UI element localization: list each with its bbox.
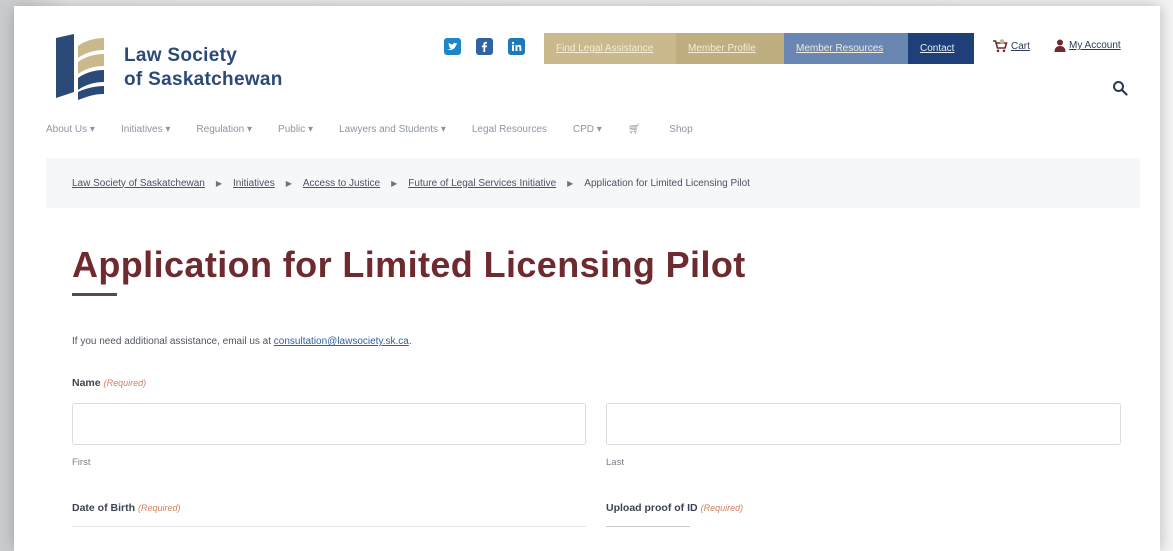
logo-line-2: of Saskatchewan — [124, 69, 283, 90]
nav-shop-label: Shop — [669, 124, 693, 135]
nav-cpd[interactable]: CPD ▾ — [573, 124, 628, 135]
upload-label-text: Upload proof of ID — [606, 502, 698, 514]
twitter-icon[interactable] — [444, 38, 461, 55]
browser-page: Law Society of Saskatchewan Find Legal A… — [14, 6, 1160, 551]
last-name-input[interactable] — [606, 403, 1121, 445]
top-navigation: Find Legal Assistance Member Profile Mem… — [544, 33, 974, 64]
member-profile-link[interactable]: Member Profile — [676, 33, 784, 64]
last-sublabel: Last — [606, 457, 624, 468]
date-of-birth-field[interactable] — [72, 526, 586, 527]
name-label-text: Name — [72, 377, 101, 389]
page-title: Application for Limited Licensing Pilot — [72, 244, 746, 285]
cart-icon — [993, 39, 1008, 53]
breadcrumb-current: Application for Limited Licensing Pilot — [584, 177, 750, 189]
cart-link[interactable]: Cart — [992, 39, 1030, 53]
breadcrumb-separator-icon: ▶ — [285, 178, 292, 188]
required-marker: (Required) — [138, 503, 181, 513]
help-prefix: If you need additional assistance, email… — [72, 336, 274, 347]
breadcrumb-separator-icon: ▶ — [215, 178, 223, 188]
my-account-link[interactable]: My Account — [1054, 39, 1121, 52]
nav-regulation[interactable]: Regulation ▾ — [196, 124, 278, 135]
first-name-input[interactable] — [72, 403, 586, 445]
logo-line-1: Law Society — [124, 45, 238, 66]
help-suffix: . — [408, 336, 412, 347]
breadcrumb-access-to-justice[interactable]: Access to Justice — [303, 178, 380, 189]
name-label: Name (Required) — [72, 377, 146, 389]
logo-text[interactable]: Law Society of Saskatchewan — [124, 44, 283, 92]
nav-initiatives[interactable]: Initiatives ▾ — [121, 124, 196, 135]
shop-cart-icon: 🛒︎ — [627, 124, 644, 135]
account-label: My Account — [1069, 40, 1121, 51]
find-legal-assistance-link[interactable]: Find Legal Assistance — [544, 33, 676, 64]
linkedin-icon[interactable] — [508, 38, 525, 55]
search-icon[interactable] — [1112, 80, 1128, 96]
facebook-icon[interactable] — [476, 38, 493, 55]
law-society-logo-icon[interactable] — [52, 32, 108, 102]
upload-id-field[interactable] — [606, 526, 690, 527]
contact-link[interactable]: Contact — [908, 33, 974, 64]
breadcrumb-separator-icon: ▶ — [567, 178, 574, 188]
nav-legal-resources[interactable]: Legal Resources — [472, 124, 573, 135]
breadcrumb-separator-icon: ▶ — [391, 178, 398, 188]
nav-lawyers-and-students[interactable]: Lawyers and Students ▾ — [339, 124, 472, 135]
nav-about-us[interactable]: About Us ▾ — [46, 124, 121, 135]
nav-public[interactable]: Public ▾ — [278, 124, 339, 135]
breadcrumb-future-of-legal-services[interactable]: Future of Legal Services Initiative — [408, 178, 556, 189]
nav-shop[interactable]: 🛒︎ Shop — [628, 124, 745, 135]
breadcrumb-home[interactable]: Law Society of Saskatchewan — [72, 178, 205, 189]
dob-label-text: Date of Birth — [72, 502, 135, 514]
breadcrumb: Law Society of Saskatchewan ▶ Initiative… — [46, 158, 1140, 208]
help-email-link[interactable]: consultation@lawsociety.sk.ca — [274, 336, 409, 347]
date-of-birth-label: Date of Birth (Required) — [72, 502, 181, 514]
required-marker: (Required) — [103, 378, 147, 388]
user-icon — [1054, 39, 1066, 52]
title-underline — [72, 293, 117, 296]
main-navigation: About Us ▾ Initiatives ▾ Regulation ▾ Pu… — [46, 124, 745, 135]
help-text: If you need additional assistance, email… — [72, 336, 412, 347]
breadcrumb-initiatives[interactable]: Initiatives — [233, 178, 275, 189]
cart-label: Cart — [1011, 40, 1030, 52]
first-sublabel: First — [72, 457, 91, 468]
upload-id-label: Upload proof of ID (Required) — [606, 502, 743, 514]
required-marker: (Required) — [700, 503, 744, 513]
member-resources-link[interactable]: Member Resources — [784, 33, 908, 64]
